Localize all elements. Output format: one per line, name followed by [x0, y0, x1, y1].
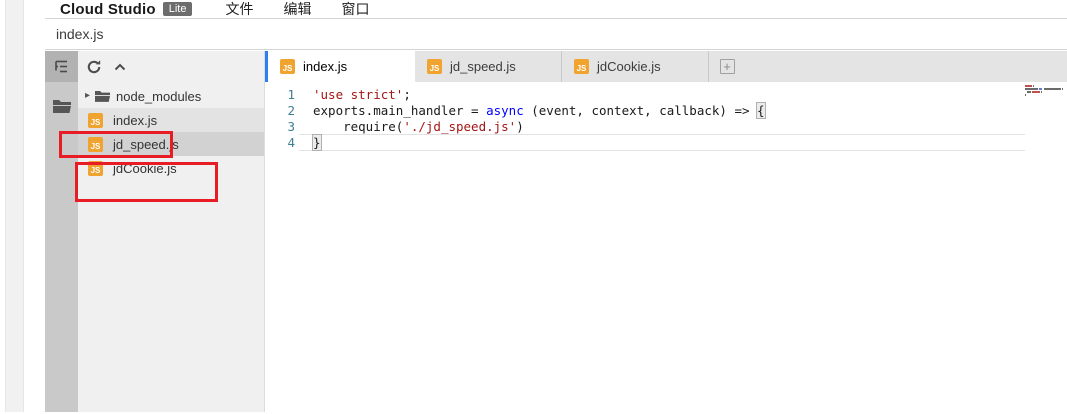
editor-column: JS index.js JS jd_speed.js JS jdCookie.js + 1 '… — [265, 51, 1067, 412]
code-editor[interactable]: 1 'use strict'; 2 exports.main_handler = as… — [265, 82, 1067, 412]
file-explorer-panel: ▸ node_modules JS index.js JS jd_speed.js JS jd… — [78, 51, 265, 412]
tab-jdCookie-js[interactable]: JS jdCookie.js — [562, 51, 709, 82]
breadcrumb: index.js — [56, 26, 103, 42]
lite-badge: Lite — [163, 2, 193, 16]
js-file-icon: JS — [88, 161, 103, 176]
file-tree-row-node_modules[interactable]: ▸ node_modules — [78, 84, 264, 108]
code-text: require('./jd_speed.js') — [313, 119, 524, 135]
code-text: 'use strict'; — [313, 87, 411, 103]
tab-label: jdCookie.js — [597, 59, 661, 74]
line-number: 2 — [265, 103, 295, 119]
menu-item-1[interactable]: 编辑 — [283, 0, 311, 19]
minimap-mark — [1032, 91, 1040, 93]
code-token: { — [757, 103, 765, 118]
file-name: node_modules — [116, 89, 201, 104]
file-name: jd_speed.js — [113, 137, 179, 152]
line-number: 1 — [265, 87, 295, 103]
code-token: async — [486, 103, 524, 118]
code-line-3[interactable]: 3 require('./jd_speed.js') — [265, 119, 1067, 135]
page-left-gutter — [5, 0, 24, 412]
cloud-studio-window: Cloud Studio Lite 文件 编辑 窗口 index.js — [45, 0, 1067, 412]
minimap-line — [1025, 94, 1065, 96]
code-token: ) — [516, 119, 524, 134]
code-line-1[interactable]: 1 'use strict'; — [265, 87, 1067, 103]
minimap-line — [1025, 85, 1065, 87]
tab-label: jd_speed.js — [450, 59, 516, 74]
app-title: Cloud Studio — [60, 1, 156, 18]
minimap-mark — [1039, 88, 1042, 90]
menu-item-2[interactable]: 窗口 — [341, 0, 369, 19]
plus-icon: + — [720, 59, 735, 74]
minimap-mark — [1025, 88, 1038, 90]
minimap-line — [1025, 88, 1065, 90]
js-file-icon: JS — [88, 113, 103, 128]
minimap-mark — [1025, 85, 1032, 87]
explorer-header — [78, 51, 264, 82]
code-token: } — [313, 135, 321, 150]
minimap-mark — [1062, 88, 1063, 90]
minimap-mark — [1041, 91, 1042, 93]
refresh-icon[interactable] — [86, 59, 102, 75]
file-name: index.js — [113, 113, 157, 128]
code-text: } — [313, 135, 322, 151]
text-cursor — [321, 136, 322, 149]
code-token: 'use strict' — [313, 87, 403, 102]
file-tree-row-index-js[interactable]: JS index.js — [78, 108, 264, 132]
code-token: './jd_speed.js' — [403, 119, 516, 134]
tab-label: index.js — [303, 59, 347, 74]
tab-bar: JS index.js JS jd_speed.js JS jdCookie.js + — [265, 51, 1067, 82]
menu-item-0[interactable]: 文件 — [225, 0, 253, 19]
collapse-all-icon[interactable] — [113, 60, 127, 74]
folder-icon — [53, 99, 71, 113]
menu-bar: Cloud Studio Lite 文件 编辑 窗口 — [45, 0, 1067, 19]
code-token: require( — [313, 119, 403, 134]
folder-icon — [95, 90, 110, 102]
line-number: 4 — [265, 135, 295, 151]
activity-bar — [45, 51, 78, 412]
tab-jd_speed-js[interactable]: JS jd_speed.js — [415, 51, 562, 82]
minimap-mark — [1025, 94, 1026, 96]
explorer-view-button[interactable] — [45, 51, 78, 82]
js-file-icon: JS — [280, 59, 295, 74]
tab-index-js[interactable]: JS index.js — [268, 51, 415, 82]
menu-items: 文件 编辑 窗口 — [225, 0, 369, 19]
expand-arrow-icon[interactable]: ▸ — [85, 91, 95, 101]
tree-view-icon — [53, 58, 70, 75]
minimap-mark — [1033, 85, 1034, 87]
minimap-mark — [1044, 88, 1061, 90]
new-tab-button[interactable]: + — [709, 51, 745, 82]
js-file-icon: JS — [427, 59, 442, 74]
main-content: ▸ node_modules JS index.js JS jd_speed.js JS jd… — [45, 51, 1067, 412]
code-line-4[interactable]: 4} — [265, 135, 1067, 151]
code-token: ; — [403, 87, 411, 102]
minimap-line — [1025, 91, 1065, 93]
file-manager-button[interactable] — [45, 86, 78, 126]
breadcrumb-bar: index.js — [45, 19, 1067, 50]
line-number: 3 — [265, 119, 295, 135]
js-file-icon: JS — [88, 137, 103, 152]
code-token: (event, context, callback) => — [524, 103, 757, 118]
minimap-mark — [1027, 91, 1031, 93]
file-tree-row-jd_speed-js[interactable]: JS jd_speed.js — [78, 132, 264, 156]
minimap[interactable] — [1025, 85, 1065, 97]
code-text: exports.main_handler = async (event, con… — [313, 103, 765, 119]
js-file-icon: JS — [574, 59, 589, 74]
file-tree-row-jdCookie-js[interactable]: JS jdCookie.js — [78, 156, 264, 180]
code-token: exports.main_handler = — [313, 103, 486, 118]
file-tree: ▸ node_modules JS index.js JS jd_speed.js JS jd… — [78, 82, 264, 180]
file-name: jdCookie.js — [113, 161, 177, 176]
code-line-2[interactable]: 2 exports.main_handler = async (event, co… — [265, 103, 1067, 119]
